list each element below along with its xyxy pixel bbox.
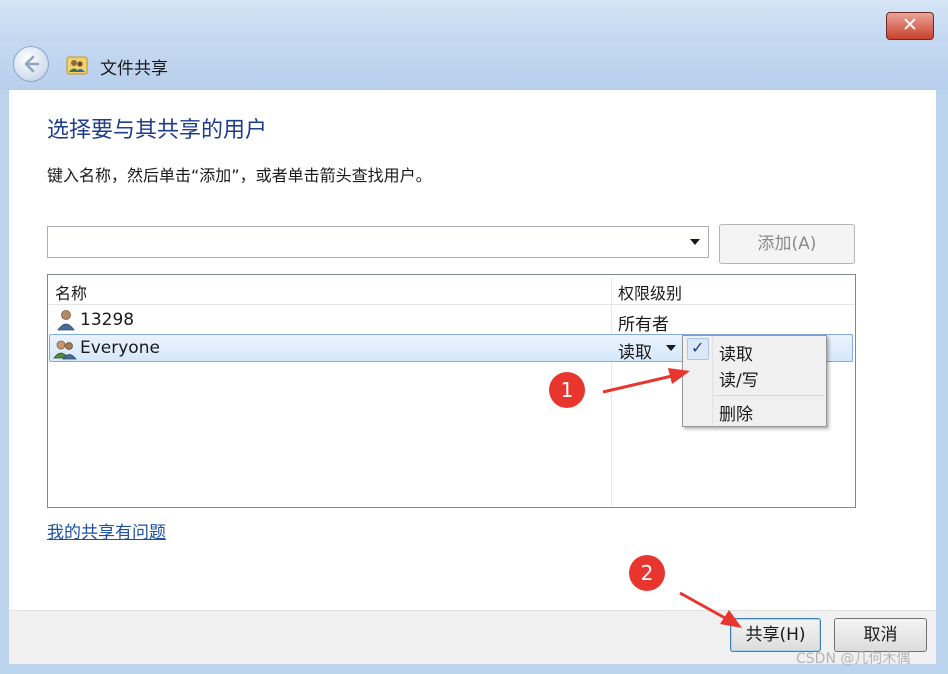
arrow-2-head [720,610,742,628]
arrow-1-head [668,368,690,384]
arrow-1-line [602,374,673,394]
arrow-2-line [679,591,726,620]
annotation-arrows [602,368,742,628]
watermark: CSDN @几何木偶 [796,651,911,667]
